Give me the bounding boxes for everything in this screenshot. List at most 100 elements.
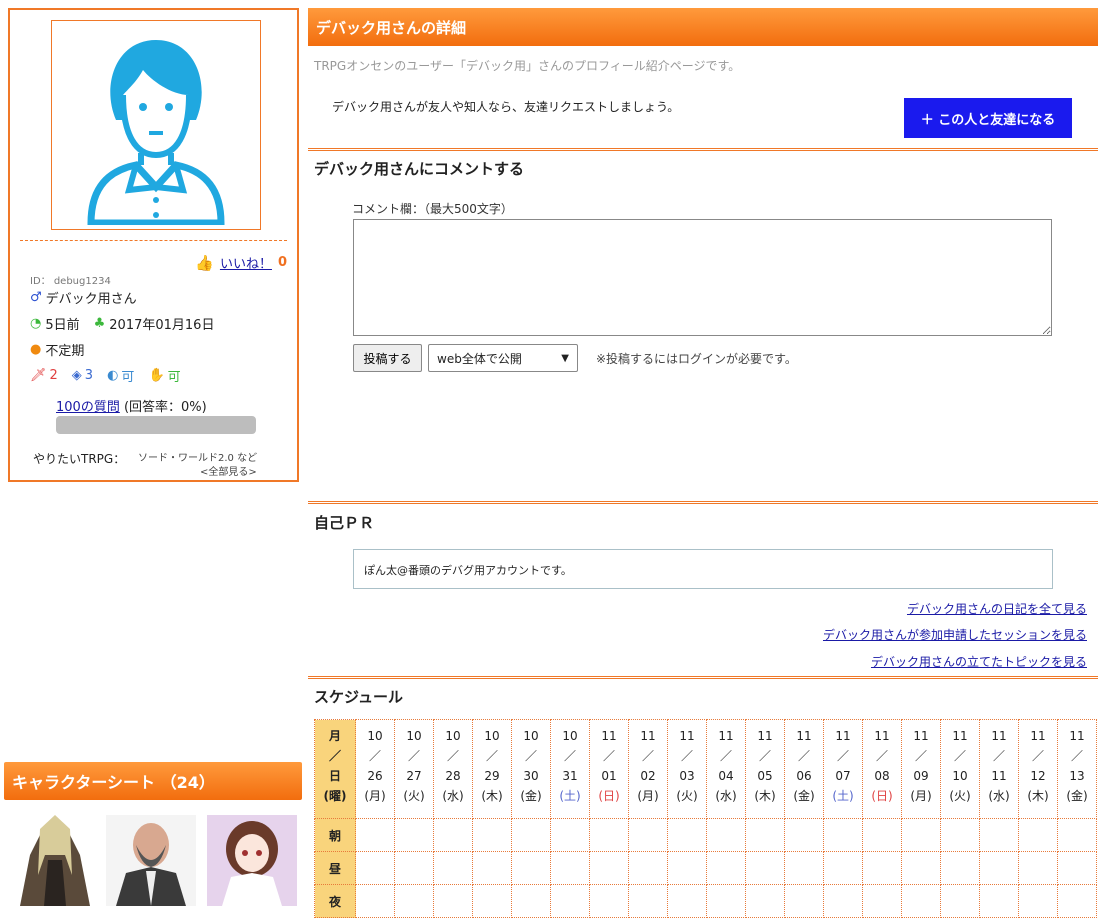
schedule-cell bbox=[667, 884, 707, 918]
schedule-cell bbox=[1018, 884, 1058, 918]
schedule-cell bbox=[589, 818, 629, 852]
schedule-cell bbox=[628, 884, 668, 918]
schedule-day-header: 11 ／ 09 (月) bbox=[901, 719, 941, 819]
post-note: ※投稿するにはログインが必要です。 bbox=[596, 352, 797, 366]
avatar bbox=[51, 20, 261, 230]
sessions-link[interactable]: デバック用さんが参加申請したセッションを見る bbox=[823, 626, 1087, 643]
topics-link[interactable]: デバック用さんの立てたトピックを見る bbox=[871, 653, 1087, 670]
questions-row: 100の質問 (回答率：0%) bbox=[56, 396, 207, 415]
schedule-cell bbox=[394, 884, 434, 918]
dice-icon: ◈ bbox=[71, 368, 82, 383]
publish-scope-select[interactable]: web全体で公開 ▼ bbox=[428, 344, 578, 372]
add-friend-button[interactable]: ＋ この人と友達になる bbox=[904, 98, 1072, 138]
schedule-table: 月／日 (曜) 10 ／ 26 (月) 10 ／ 27 (火) 10 ／ 28 (水) 10 ／ 29 (木) 10… bbox=[314, 719, 1097, 918]
schedule-cell bbox=[901, 818, 941, 852]
schedule-day-header: 11 ／ 13 (金) bbox=[1057, 719, 1097, 819]
schedule-day-header: 11 ／ 10 (火) bbox=[940, 719, 980, 819]
stat-voice: 可 bbox=[121, 370, 135, 385]
schedule-day-header: 11 ／ 04 (水) bbox=[706, 719, 746, 819]
character-thumb[interactable] bbox=[10, 815, 100, 906]
schedule-day-header: 10 ／ 30 (金) bbox=[511, 719, 551, 819]
stat-dice: 3 bbox=[84, 368, 94, 383]
clock-icon: ◔ bbox=[30, 316, 42, 331]
schedule-slot-label: 朝 bbox=[314, 818, 356, 852]
section-divider bbox=[308, 148, 1098, 151]
schedule-cell bbox=[901, 884, 941, 918]
schedule-title: スケジュール bbox=[314, 688, 403, 706]
section-divider bbox=[308, 501, 1098, 504]
schedule-cell bbox=[667, 851, 707, 885]
schedule-day-header: 11 ／ 03 (火) bbox=[667, 719, 707, 819]
stat-sword: 2 bbox=[49, 368, 58, 383]
registered-date: 2017年01月16日 bbox=[109, 318, 215, 333]
schedule-slot-label: 夜 bbox=[314, 884, 356, 918]
frequency: 不定期 bbox=[45, 344, 85, 359]
section-divider bbox=[308, 676, 1098, 679]
name-row: ♂ デバック用さん bbox=[30, 288, 137, 307]
schedule-cell bbox=[940, 884, 980, 918]
comment-textarea[interactable] bbox=[353, 219, 1052, 336]
trpg-more-link[interactable]: <全部見る> bbox=[200, 463, 257, 478]
schedule-cell bbox=[745, 818, 785, 852]
post-button[interactable]: 投稿する bbox=[353, 344, 422, 372]
schedule-day-header: 10 ／ 27 (火) bbox=[394, 719, 434, 819]
schedule-cell bbox=[667, 818, 707, 852]
schedule-cell bbox=[862, 884, 902, 918]
schedule-cell bbox=[394, 851, 434, 885]
questions-link[interactable]: 100の質問 bbox=[56, 400, 120, 415]
schedule-cell bbox=[784, 884, 824, 918]
schedule-cell bbox=[589, 884, 629, 918]
schedule-cell bbox=[511, 851, 551, 885]
user-id: ID： debug1234 bbox=[30, 276, 111, 287]
schedule-cell bbox=[862, 818, 902, 852]
sprout-icon: ♣ bbox=[93, 316, 106, 331]
character-sheet-header[interactable]: キャラクターシート （24） bbox=[4, 762, 302, 800]
schedule-cell bbox=[355, 818, 395, 852]
schedule-cell bbox=[901, 851, 941, 885]
diary-link[interactable]: デバック用さんの日記を全て見る bbox=[907, 600, 1087, 617]
schedule-day-header: 11 ／ 12 (木) bbox=[1018, 719, 1058, 819]
schedule-cell bbox=[706, 818, 746, 852]
schedule-cell bbox=[628, 818, 668, 852]
schedule-cell bbox=[394, 818, 434, 852]
schedule-day-header: 11 ／ 01 (日) bbox=[589, 719, 629, 819]
schedule-day-header: 11 ／ 08 (日) bbox=[862, 719, 902, 819]
schedule-cell bbox=[550, 851, 590, 885]
schedule-cell bbox=[940, 818, 980, 852]
schedule-cell bbox=[784, 851, 824, 885]
schedule-day-header: 10 ／ 28 (水) bbox=[433, 719, 473, 819]
schedule-cell bbox=[472, 851, 512, 885]
character-thumb[interactable] bbox=[106, 815, 196, 906]
sword-icon: 🗡 bbox=[30, 368, 47, 383]
schedule-day-header: 11 ／ 05 (木) bbox=[745, 719, 785, 819]
schedule-cell bbox=[1018, 851, 1058, 885]
schedule-cell bbox=[706, 851, 746, 885]
schedule-day-header: 11 ／ 07 (土) bbox=[823, 719, 863, 819]
pr-section-title: 自己ＰＲ bbox=[314, 514, 375, 532]
page-title: デバック用さんの詳細 bbox=[308, 8, 1098, 46]
voice-icon: ◐ bbox=[107, 368, 119, 383]
schedule-cell bbox=[1057, 818, 1097, 852]
schedule-cell bbox=[862, 851, 902, 885]
last-login: 5日前 bbox=[45, 318, 80, 333]
schedule-cell bbox=[706, 884, 746, 918]
schedule-cell bbox=[823, 818, 863, 852]
schedule-cell bbox=[355, 884, 395, 918]
like-link[interactable]: いいね！ bbox=[220, 253, 272, 272]
friend-request-text: デバック用さんが友人や知人なら、友達リクエストしましょう。 bbox=[332, 100, 680, 114]
character-thumb[interactable] bbox=[207, 815, 297, 906]
schedule-cell bbox=[823, 851, 863, 885]
intro-text: TRPGオンセンのユーザー「デバック用」さんのプロフィール紹介ページです。 bbox=[314, 59, 741, 73]
male-icon: ♂ bbox=[30, 290, 42, 305]
schedule-header-label: 月／日 (曜) bbox=[314, 719, 356, 819]
trpg-value: ソード・ワールド2.0 など bbox=[138, 453, 258, 464]
schedule-cell bbox=[433, 851, 473, 885]
schedule-cell bbox=[433, 884, 473, 918]
schedule-cell bbox=[472, 884, 512, 918]
schedule-cell bbox=[433, 818, 473, 852]
like-count: 0 bbox=[277, 255, 287, 270]
schedule-cell bbox=[979, 818, 1019, 852]
frequency-row: ● 不定期 bbox=[30, 340, 84, 359]
trpg-label: やりたいTRPG： bbox=[33, 452, 126, 466]
ok-hand-icon: ✋ bbox=[148, 368, 165, 383]
